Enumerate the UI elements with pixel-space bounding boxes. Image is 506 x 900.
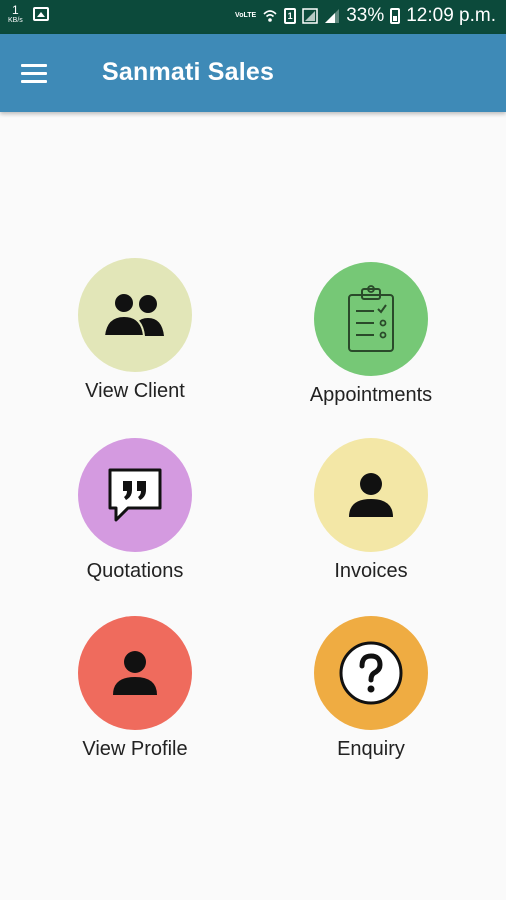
- appointments-label: Appointments: [309, 384, 433, 406]
- signal-box-icon: [302, 8, 318, 24]
- view-profile-tile[interactable]: View Profile: [35, 616, 235, 761]
- battery-percentage: 33%: [346, 5, 385, 26]
- wifi-icon: [263, 10, 277, 22]
- person-icon: [349, 473, 393, 517]
- view-client-label: View Client: [85, 380, 185, 402]
- invoices-tile[interactable]: Invoices: [271, 438, 471, 583]
- question-icon: [339, 641, 403, 705]
- appointments-tile[interactable]: Appointments: [271, 262, 471, 407]
- quotations-tile[interactable]: Quotations: [35, 438, 235, 583]
- network-speed-value: 1: [12, 3, 19, 17]
- view-profile-circle: [78, 616, 192, 730]
- app-title: Sanmati Sales: [102, 58, 275, 86]
- hamburger-menu-icon[interactable]: [21, 64, 49, 84]
- invoices-circle: [314, 438, 428, 552]
- quote-bubble-icon: [108, 468, 162, 522]
- status-bar: 1 KB/s VoLTE 1 33% 12:09 p.m.: [0, 0, 506, 34]
- clipboard-icon: [348, 285, 394, 352]
- image-notification-icon: [32, 7, 49, 21]
- quotations-circle: [78, 438, 192, 552]
- view-client-circle: [78, 258, 192, 372]
- appointments-circle: [314, 262, 428, 376]
- network-speed: 1 KB/s: [8, 4, 23, 24]
- view-profile-label: View Profile: [82, 738, 188, 760]
- view-client-tile[interactable]: View Client: [35, 258, 235, 403]
- group-icon: [102, 292, 164, 337]
- sim-icon: 1: [284, 8, 297, 24]
- volte-icon: VoLTE: [235, 12, 257, 19]
- network-speed-unit: KB/s: [8, 17, 23, 24]
- enquiry-label: Enquiry: [337, 738, 405, 760]
- enquiry-circle: [314, 616, 428, 730]
- cellular-signal-icon: [325, 9, 340, 23]
- enquiry-tile[interactable]: Enquiry: [271, 616, 471, 761]
- app-bar: Sanmati Sales: [0, 34, 506, 112]
- invoices-label: Invoices: [334, 560, 408, 582]
- person-icon: [113, 651, 157, 695]
- clock: 12:09 p.m.: [406, 5, 496, 26]
- battery-icon: [390, 8, 401, 24]
- quotations-label: Quotations: [86, 560, 184, 582]
